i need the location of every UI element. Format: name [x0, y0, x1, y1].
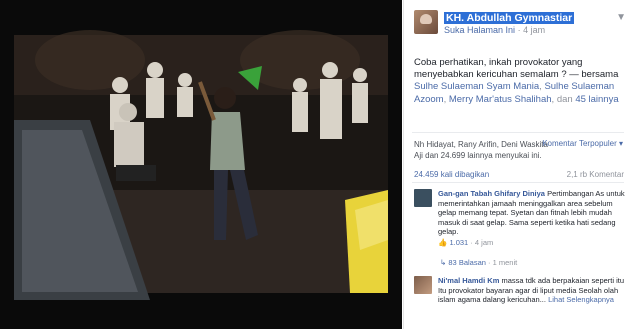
replies-count: 83 Balasan — [448, 258, 486, 267]
post-panel: KH. Abdullah Gymnastiar ▼ Suka Halaman I… — [403, 0, 630, 329]
like-thumb-icon: 👍 — [438, 237, 448, 247]
like-page-link[interactable]: Suka Halaman Ini — [444, 25, 515, 35]
likers-summary[interactable]: Nh Hidayat, Rany Arifin, Deni Waskita Aj… — [414, 139, 549, 161]
comment-filter-dropdown[interactable]: Komentar Terpopuler ▾ — [542, 139, 623, 148]
post-time[interactable]: 4 jam — [523, 25, 545, 35]
post-text: Coba perhatikan, inkah provokator yang m… — [414, 57, 624, 106]
comment-author-link[interactable]: Gan-gan Tabah Ghifary Diniya — [438, 189, 545, 198]
protest-photo-scene — [0, 0, 402, 329]
tagged-others-link[interactable]: 45 lainnya — [575, 94, 618, 105]
see-more-link[interactable]: Lihat Selengkapnya — [548, 295, 614, 304]
comment-body: Ni'mal Hamdi Km massa tdk ada berpakaian… — [438, 276, 628, 305]
commenter-avatar[interactable] — [414, 189, 432, 207]
reply-arrow-icon: ↳ — [440, 258, 447, 267]
page-avatar[interactable] — [414, 10, 438, 34]
comment-like-count[interactable]: 1.031 — [449, 238, 468, 247]
commenter-avatar[interactable] — [414, 276, 432, 294]
page-name-link[interactable]: KH. Abdullah Gymnastiar — [444, 12, 575, 24]
comment-filter-label: Komentar Terpopuler — [542, 139, 617, 148]
like-page-row: Suka Halaman Ini · 4 jam — [444, 25, 545, 35]
comment-author-link[interactable]: Ni'mal Hamdi Km — [438, 276, 499, 285]
post-stats: 24.459 kali dibagikan 2,1 rb Komentar — [414, 170, 624, 179]
reply-time: 1 menit — [492, 258, 518, 267]
options-chevron-icon[interactable]: ▼ — [616, 12, 626, 23]
tagged-user-3[interactable]: Merry Mar'atus Shalihah — [449, 94, 552, 105]
comment-body: Gan-gan Tabah Ghifary Diniya Pertimbanga… — [438, 189, 628, 248]
post-header: KH. Abdullah Gymnastiar ▼ Suka Halaman I… — [414, 10, 626, 38]
view-replies-link[interactable]: ↳ 83 Balasan · 1 menit — [440, 258, 517, 267]
post-photo[interactable] — [0, 0, 402, 329]
comment-time[interactable]: 4 jam — [475, 238, 493, 247]
and-word: dan — [556, 93, 573, 105]
chevron-down-icon: ▾ — [618, 139, 623, 148]
divider — [412, 132, 624, 133]
share-count[interactable]: 24.459 kali dibagikan — [414, 170, 489, 179]
post-body-text: Coba perhatikan, inkah provokator yang m… — [414, 57, 619, 81]
divider — [412, 182, 624, 183]
comment-count[interactable]: 2,1 rb Komentar — [567, 170, 624, 179]
tagged-user-1[interactable]: Sulhe Sulaeman Syam Mania — [414, 81, 539, 92]
comment-meta: 👍 1.031 · 4 jam — [438, 238, 628, 248]
